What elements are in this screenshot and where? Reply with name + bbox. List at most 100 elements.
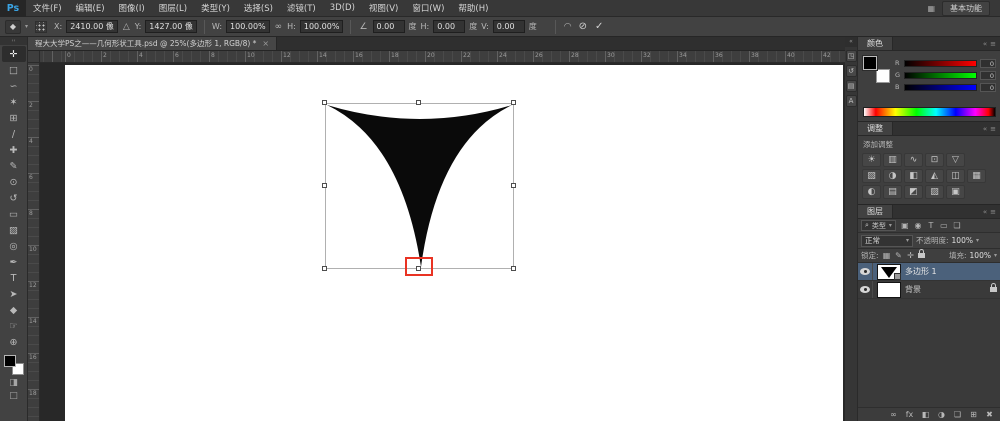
properties-panel-icon[interactable]: ◳ <box>846 50 857 62</box>
visibility-eye-icon[interactable] <box>860 286 870 293</box>
new-adjustment-layer-icon[interactable]: ◑ <box>935 410 948 419</box>
filter-type-layers-icon[interactable]: T <box>925 221 937 230</box>
angle-value-field[interactable]: 0.00 <box>373 20 405 33</box>
healing-brush-tool[interactable]: ✚ <box>2 142 26 158</box>
filter-shape-layers-icon[interactable]: ▭ <box>938 221 950 230</box>
eyedropper-tool[interactable]: / <box>2 126 26 142</box>
hand-tool[interactable]: ☞ <box>2 318 26 334</box>
tab-layers[interactable]: 图层 <box>858 205 893 218</box>
tab-close-icon[interactable]: × <box>262 39 269 48</box>
clone-stamp-tool[interactable]: ⊙ <box>2 174 26 190</box>
lasso-tool[interactable]: ∽ <box>2 78 26 94</box>
adjust-photo-filter-icon[interactable]: ◭ <box>925 169 944 183</box>
h-ruler[interactable]: 024681012141618202224262830323436384042 <box>40 51 845 63</box>
layer-thumbnail[interactable] <box>877 282 901 298</box>
path-selection-tool[interactable]: ➤ <box>2 286 26 302</box>
info-panel-icon[interactable]: ▤ <box>846 80 857 92</box>
panel-menu-icon[interactable]: ≡ <box>990 208 996 216</box>
r-slider[interactable] <box>904 60 977 67</box>
transform-handle-middle-left[interactable] <box>322 183 327 188</box>
r-value-field[interactable]: 0 <box>980 59 996 68</box>
reference-point-locator[interactable] <box>35 21 47 33</box>
zoom-tool[interactable]: ⊕ <box>2 334 26 350</box>
menu-file[interactable]: 文件(F) <box>26 0 69 16</box>
v-ruler[interactable]: 024681012141618 <box>28 63 40 421</box>
history-panel-icon[interactable]: ↺ <box>846 65 857 77</box>
menu-window[interactable]: 窗口(W) <box>405 0 451 16</box>
tool-preset-caret-icon[interactable]: ▾ <box>25 23 28 30</box>
transform-bounding-box[interactable] <box>325 103 514 269</box>
panel-collapse-icon[interactable]: « <box>983 125 987 133</box>
layer-style-icon[interactable]: fx <box>903 410 916 419</box>
opacity-value[interactable]: 100% <box>952 236 973 245</box>
commit-transform-button[interactable]: ✓ <box>593 21 605 32</box>
menu-view[interactable]: 视图(V) <box>362 0 405 16</box>
adjust-threshold-icon[interactable]: ◩ <box>904 185 923 199</box>
adjust-brightness-contrast-icon[interactable]: ☀ <box>862 153 881 167</box>
gradient-tool[interactable]: ▨ <box>2 222 26 238</box>
lock-image-pixels-icon[interactable]: ✎ <box>894 251 904 260</box>
screen-mode-icon[interactable]: □ <box>9 391 18 401</box>
layer-filter-dropdown[interactable]: ⌕ 类型 ▾ <box>861 220 896 231</box>
brush-tool[interactable]: ✎ <box>2 158 26 174</box>
dock-expand-icon[interactable]: « <box>845 37 857 47</box>
layer-row[interactable]: 背景 <box>858 281 1000 299</box>
pasteboard[interactable] <box>40 63 845 421</box>
filter-smart-objects-icon[interactable]: ❏ <box>951 221 963 230</box>
delete-layer-icon[interactable]: ✖ <box>983 410 996 419</box>
link-dimensions-icon[interactable]: ∞ <box>274 22 284 32</box>
lock-position-icon[interactable]: ✛ <box>906 251 916 260</box>
panel-collapse-icon[interactable]: « <box>983 208 987 216</box>
b-slider[interactable] <box>904 84 977 91</box>
adjust-channel-mixer-icon[interactable]: ◫ <box>946 169 965 183</box>
adjust-exposure-icon[interactable]: ⊡ <box>925 153 944 167</box>
transform-handle-top-right[interactable] <box>511 100 516 105</box>
layer-row[interactable]: 多边形 1 <box>858 263 1000 281</box>
new-group-icon[interactable]: ❏ <box>951 410 964 419</box>
v-skew-field[interactable]: 0.00 <box>493 20 525 33</box>
chevron-down-icon[interactable]: ▾ <box>994 252 997 259</box>
type-tool[interactable]: T <box>2 270 26 286</box>
rectangular-marquee-tool[interactable]: □ <box>2 62 26 78</box>
workspace-switcher[interactable]: 基本功能 <box>942 1 990 16</box>
adjust-color-balance-icon[interactable]: ◑ <box>883 169 902 183</box>
tool-preset-icon[interactable]: ◆ <box>5 20 21 34</box>
chevron-down-icon[interactable]: ▾ <box>976 237 979 244</box>
adjust-selective-color-icon[interactable]: ▣ <box>946 185 965 199</box>
link-layers-icon[interactable]: ∞ <box>887 410 900 419</box>
move-tool[interactable]: ✛ <box>2 46 26 62</box>
app-bar-grid-icon[interactable]: ▦ <box>927 4 935 13</box>
lock-all-icon[interactable] <box>918 253 925 258</box>
adjust-gradient-map-icon[interactable]: ▨ <box>925 185 944 199</box>
magic-wand-tool[interactable]: ✶ <box>2 94 26 110</box>
h-skew-field[interactable]: 0.00 <box>433 20 465 33</box>
filter-pixel-layers-icon[interactable]: ▣ <box>899 221 911 230</box>
color-spectrum-ramp[interactable] <box>863 107 996 117</box>
lock-transparent-pixels-icon[interactable]: ▦ <box>882 251 892 260</box>
menu-select[interactable]: 选择(S) <box>237 0 280 16</box>
ruler-corner[interactable] <box>28 51 40 63</box>
document-tab[interactable]: 程大大学PS之——几何形状工具.psd @ 25%(多边形 1, RGB/8) … <box>28 37 277 50</box>
visibility-eye-icon[interactable] <box>860 268 870 275</box>
crop-tool[interactable]: ⊞ <box>2 110 26 126</box>
toolbar-collapse-icon[interactable]: ‹‹ <box>0 37 27 45</box>
b-value-field[interactable]: 0 <box>980 83 996 92</box>
menu-edit[interactable]: 编辑(E) <box>69 0 112 16</box>
y-value-field[interactable]: 1427.00 像 <box>145 20 197 33</box>
relative-positioning-icon[interactable]: △ <box>122 22 131 32</box>
transform-handle-bottom-right[interactable] <box>511 266 516 271</box>
h-value-field[interactable]: 100.00% <box>300 20 344 33</box>
adjust-color-lookup-icon[interactable]: ▦ <box>967 169 986 183</box>
adjust-posterize-icon[interactable]: ▤ <box>883 185 902 199</box>
x-value-field[interactable]: 2410.00 像 <box>66 20 118 33</box>
fill-value[interactable]: 100% <box>970 251 991 260</box>
tab-color[interactable]: 颜色 <box>858 37 893 50</box>
warp-mode-toggle-icon[interactable]: ◠ <box>563 22 573 32</box>
menu-image[interactable]: 图像(I) <box>112 0 152 16</box>
foreground-color-swatch[interactable] <box>4 355 16 367</box>
transform-handle-bottom-left[interactable] <box>322 266 327 271</box>
quick-mask-icon[interactable]: ◨ <box>9 378 18 388</box>
transform-handle-middle-right[interactable] <box>511 183 516 188</box>
transform-handle-top-center[interactable] <box>416 100 421 105</box>
cancel-transform-button[interactable]: ⊘ <box>577 21 589 32</box>
